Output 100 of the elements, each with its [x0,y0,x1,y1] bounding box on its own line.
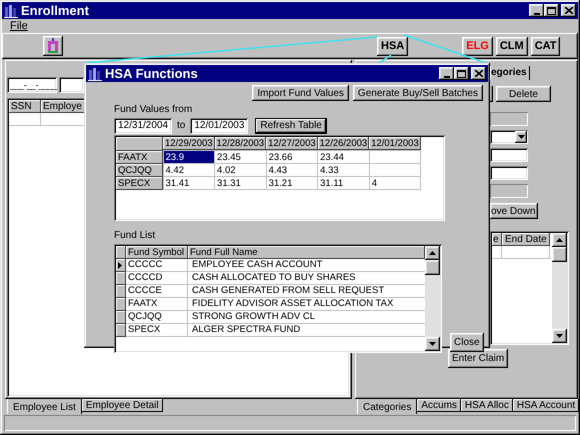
minimize-button[interactable] [439,67,454,80]
toolbar-button[interactable]: CLM [496,36,528,56]
row-header[interactable]: FAATX [116,150,163,164]
date-field[interactable]: 12/01/2003 [190,118,248,134]
dialog-title: HSA Functions [105,66,198,81]
table-cell[interactable]: 31.11 [318,176,370,190]
scroll-thumb[interactable] [552,247,567,262]
column-header[interactable]: Fund Full Name [188,246,425,259]
toolbar-button[interactable]: CAT [530,36,560,56]
import-button[interactable]: Import Fund Values [252,85,349,101]
name-field[interactable] [59,77,84,93]
button[interactable] [490,86,493,102]
input-field[interactable] [490,166,528,180]
scroll-thumb[interactable] [425,260,440,275]
table-cell: CCCCE [126,285,188,297]
tab[interactable]: egories [490,66,530,80]
tab[interactable]: Employee List [7,399,82,414]
refresh-button[interactable]: Refresh Table [255,118,327,134]
row-selector[interactable] [116,272,126,285]
table-cell[interactable]: 31.31 [214,176,266,190]
menu-item[interactable]: File [8,20,30,32]
column-header[interactable]: 12/28/2003 [214,137,266,150]
table-cell: FAATX [126,298,188,310]
column-header[interactable]: Fund Symbol [126,246,188,259]
header-corner [116,137,163,150]
scrollbar[interactable] [552,233,567,343]
up-arrow-icon [556,238,563,242]
minimize-icon [444,76,450,78]
column-header[interactable]: Employe [41,100,85,113]
table-cell[interactable]: 23.44 [318,150,370,164]
scroll-down-button[interactable] [552,329,567,343]
close-button[interactable] [561,4,576,17]
tab[interactable]: Categories [357,399,418,414]
table-cell[interactable]: 23.45 [214,150,266,164]
tab[interactable]: HSA Alloc [460,399,513,412]
generate-button[interactable]: Generate Buy/Sell Batches [352,85,483,101]
column-header[interactable]: SSN [9,100,41,113]
table-cell-text: STRONG GROWTH ADV CL [191,311,316,323]
dropdown-arrow-icon [518,135,524,139]
scroll-down-button[interactable] [425,337,440,351]
ssn-field[interactable]: ___-__-____ [7,77,57,93]
table-cell[interactable] [369,150,421,164]
column-header[interactable]: End Date [502,233,550,246]
row-header[interactable]: QCJQQ [116,164,163,176]
table-cell[interactable]: 31.41 [163,176,215,190]
table-cell[interactable]: 31.21 [266,176,318,190]
close-icon [564,7,572,14]
date-field[interactable]: 12/31/2004 [114,118,172,134]
table-cell-text: EMPLOYEE CASH ACCOUNT [191,259,324,271]
table-cell: QCJQQ [126,311,188,323]
row-selector[interactable] [116,285,126,298]
column-header[interactable]: e [492,233,502,246]
tab[interactable]: HSA Account [512,399,580,412]
column-header[interactable]: 12/29/2003 [163,137,215,150]
table-cell[interactable]: 4.33 [318,164,370,176]
maximize-icon [547,6,556,14]
row-selector[interactable] [116,259,126,272]
scrollbar[interactable] [425,246,440,351]
up-arrow-icon [429,251,436,255]
table-cell[interactable] [369,164,421,176]
range-label: Fund Values from [114,104,192,117]
minimize-button[interactable] [529,4,544,17]
delete-button[interactable]: Delete [496,86,551,102]
column-header[interactable]: 12/26/2003 [318,137,370,150]
scroll-up-button[interactable] [552,233,567,247]
arch-icon [46,38,60,54]
row-selector[interactable] [116,298,126,311]
maximize-button[interactable] [544,4,559,17]
maximize-button[interactable] [454,67,469,80]
row-header[interactable]: SPECX [116,176,163,190]
input-field[interactable] [490,148,528,162]
scroll-up-button[interactable] [425,246,440,260]
table-cell[interactable]: 23.9 [163,150,215,164]
column-header[interactable]: 12/27/2003 [266,137,318,150]
column-header[interactable]: 12/01/2003 [369,137,421,150]
app-icon [4,4,18,18]
enter-claim-button[interactable]: Enter Claim [448,349,508,368]
table-cell[interactable]: 4.02 [214,164,266,176]
fund-list-label: Fund List [114,230,156,243]
toolbar-button[interactable] [43,36,63,56]
table-cell[interactable]: 4.42 [163,164,215,176]
dropdown-field[interactable] [490,130,528,144]
maximize-icon [457,70,466,78]
hsa-button[interactable]: HSA [377,36,408,56]
close-button[interactable]: Close [450,333,484,352]
table-cell-text: CASH GENERATED FROM SELL REQUEST [191,285,386,297]
move-down-button[interactable]: ove Down [490,203,538,219]
minimize-icon [534,12,540,14]
table-cell-text: ALGER SPECTRA FUND [191,324,302,336]
table-cell[interactable]: 23.66 [266,150,318,164]
row-selector[interactable] [116,324,126,337]
table-cell[interactable]: 4 [369,176,421,190]
down-arrow-icon [556,334,563,338]
tab[interactable]: Accums [417,399,461,412]
row-selector[interactable] [116,311,126,324]
table-cell [502,246,550,259]
table-cell[interactable]: 4.43 [266,164,318,176]
tab[interactable]: Employee Detail [82,399,163,412]
close-button[interactable] [471,67,486,80]
to-label: to [177,120,186,131]
